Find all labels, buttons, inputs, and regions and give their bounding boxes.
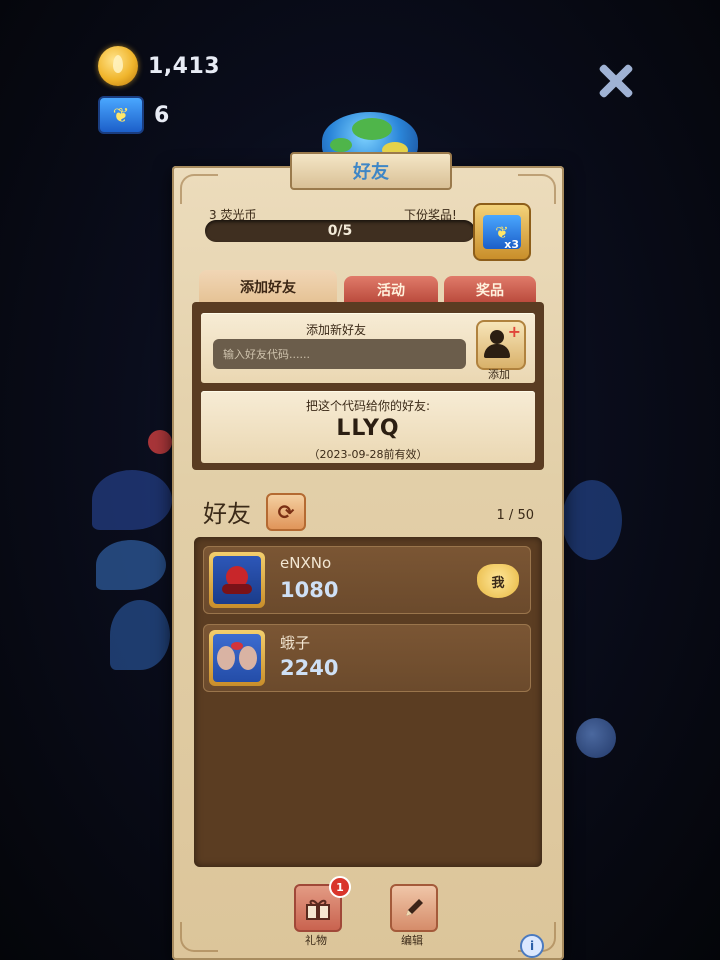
avatar	[209, 630, 265, 686]
next-reward-button[interactable]: ❦ x3	[473, 203, 531, 261]
background-foliage	[148, 430, 172, 454]
gift-label: 礼物	[305, 934, 327, 947]
butterfly-count: 6	[154, 102, 170, 128]
my-friend-code: LLYQ	[336, 416, 400, 441]
background-foliage	[92, 470, 172, 530]
add-friend-title: 添加新好友	[305, 323, 366, 337]
me-badge: 我	[477, 564, 519, 598]
coin-counter: 1,413	[98, 46, 220, 86]
close-icon[interactable]	[594, 60, 636, 102]
friend-row[interactable]: 蛾子 2240	[203, 624, 531, 692]
gift-icon	[306, 899, 330, 920]
reward-multiplier: x3	[504, 238, 519, 251]
panel-corner-ornament	[180, 174, 218, 204]
tab-prizes[interactable]: 奖品	[444, 276, 536, 304]
tab-add-friend[interactable]: 添加好友	[199, 270, 337, 304]
background-foliage	[562, 480, 622, 560]
info-label: i	[529, 939, 535, 953]
friend-score: 1080	[280, 578, 339, 602]
add-button-label: 添加	[488, 368, 510, 381]
friends-heading: 好友	[203, 500, 251, 528]
background-foliage	[110, 600, 170, 670]
friend-name: 蛾子	[280, 634, 311, 652]
refresh-button[interactable]: ⟳	[266, 493, 306, 531]
panel-title: 好友	[290, 152, 452, 190]
gift-notification-badge: 1	[329, 876, 351, 898]
info-icon[interactable]: i	[520, 934, 544, 958]
panel-corner-ornament	[180, 922, 218, 952]
butterfly-icon: ❦ x3	[483, 215, 521, 251]
avatar	[209, 552, 265, 608]
background-orb	[576, 718, 616, 758]
friend-code-input[interactable]	[213, 339, 466, 369]
friend-row[interactable]: eNXNo 1080 我	[203, 546, 531, 614]
refresh-icon: ⟳	[277, 500, 295, 524]
friend-name: eNXNo	[280, 554, 332, 572]
butterfly-icon: ❦	[98, 96, 144, 134]
coin-count: 1,413	[148, 53, 221, 79]
edit-button[interactable]	[390, 884, 438, 932]
progress-text: 0/5	[327, 223, 353, 239]
share-code-instruction: 把这个代码给你的好友:	[305, 399, 431, 413]
tab-events[interactable]: 活动	[344, 276, 438, 304]
friend-count: 1 / 50	[496, 508, 534, 523]
reward-progress-bar: 0/5	[205, 220, 475, 242]
coin-icon	[98, 46, 138, 86]
add-friend-button[interactable]: +	[476, 320, 526, 370]
friend-score: 2240	[280, 656, 339, 680]
panel-corner-ornament	[518, 174, 556, 204]
butterfly-counter: ❦ 6	[98, 96, 170, 134]
me-badge-label: 我	[491, 575, 505, 591]
edit-label: 编辑	[401, 934, 423, 947]
pencil-icon	[406, 899, 423, 916]
background-foliage	[96, 540, 166, 590]
code-expiry: （2023-09-28前有效）	[308, 448, 428, 461]
